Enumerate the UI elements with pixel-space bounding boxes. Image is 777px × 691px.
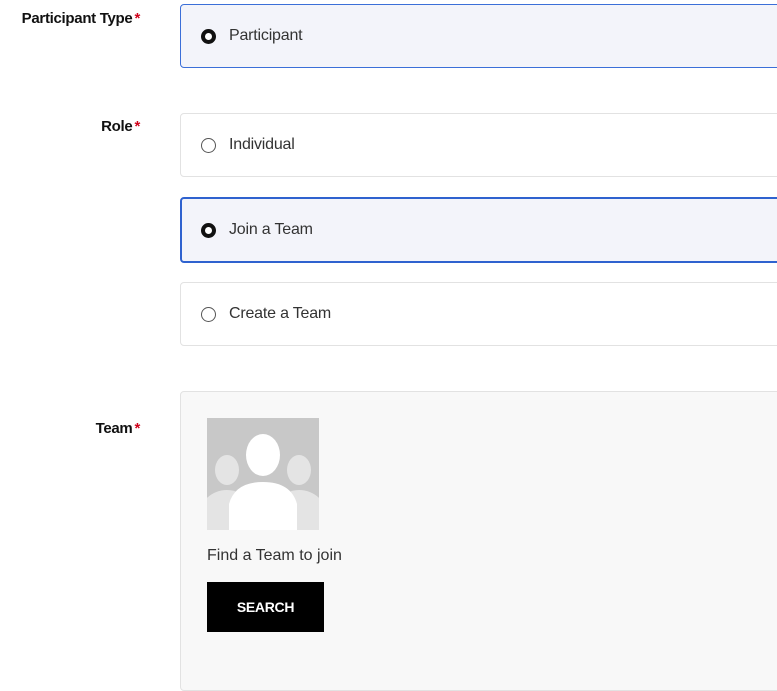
required-marker: * — [134, 118, 140, 135]
role-label: Role * — [101, 118, 140, 135]
team-label: Team * — [95, 420, 141, 437]
participant-type-label-text: Participant Type — [21, 10, 133, 27]
team-placeholder-icon — [207, 418, 319, 530]
role-label-text: Role — [101, 118, 133, 135]
radio-unselected-icon[interactable] — [201, 306, 216, 322]
role-option-create-team[interactable]: Create a Team — [180, 282, 777, 346]
option-label: Create a Team — [229, 305, 332, 322]
role-option-join-team[interactable]: Join a Team — [180, 197, 777, 263]
required-marker: * — [134, 10, 140, 27]
team-silhouette-icon — [207, 418, 319, 530]
participant-type-label: Participant Type * — [21, 10, 141, 27]
required-marker: * — [134, 420, 140, 437]
radio-selected-icon[interactable] — [201, 28, 216, 44]
search-button[interactable]: SEARCH — [207, 582, 324, 632]
option-label: Individual — [229, 136, 295, 153]
team-search-panel: Find a Team to join SEARCH — [180, 391, 777, 691]
team-label-text: Team — [95, 420, 133, 437]
role-option-individual[interactable]: Individual — [180, 113, 777, 177]
option-label: Join a Team — [229, 221, 313, 238]
find-team-prompt: Find a Team to join — [207, 547, 342, 564]
radio-unselected-icon[interactable] — [201, 137, 216, 153]
option-label: Participant — [229, 27, 303, 44]
participant-type-option-participant[interactable]: Participant — [180, 4, 777, 68]
radio-selected-icon[interactable] — [201, 222, 216, 238]
